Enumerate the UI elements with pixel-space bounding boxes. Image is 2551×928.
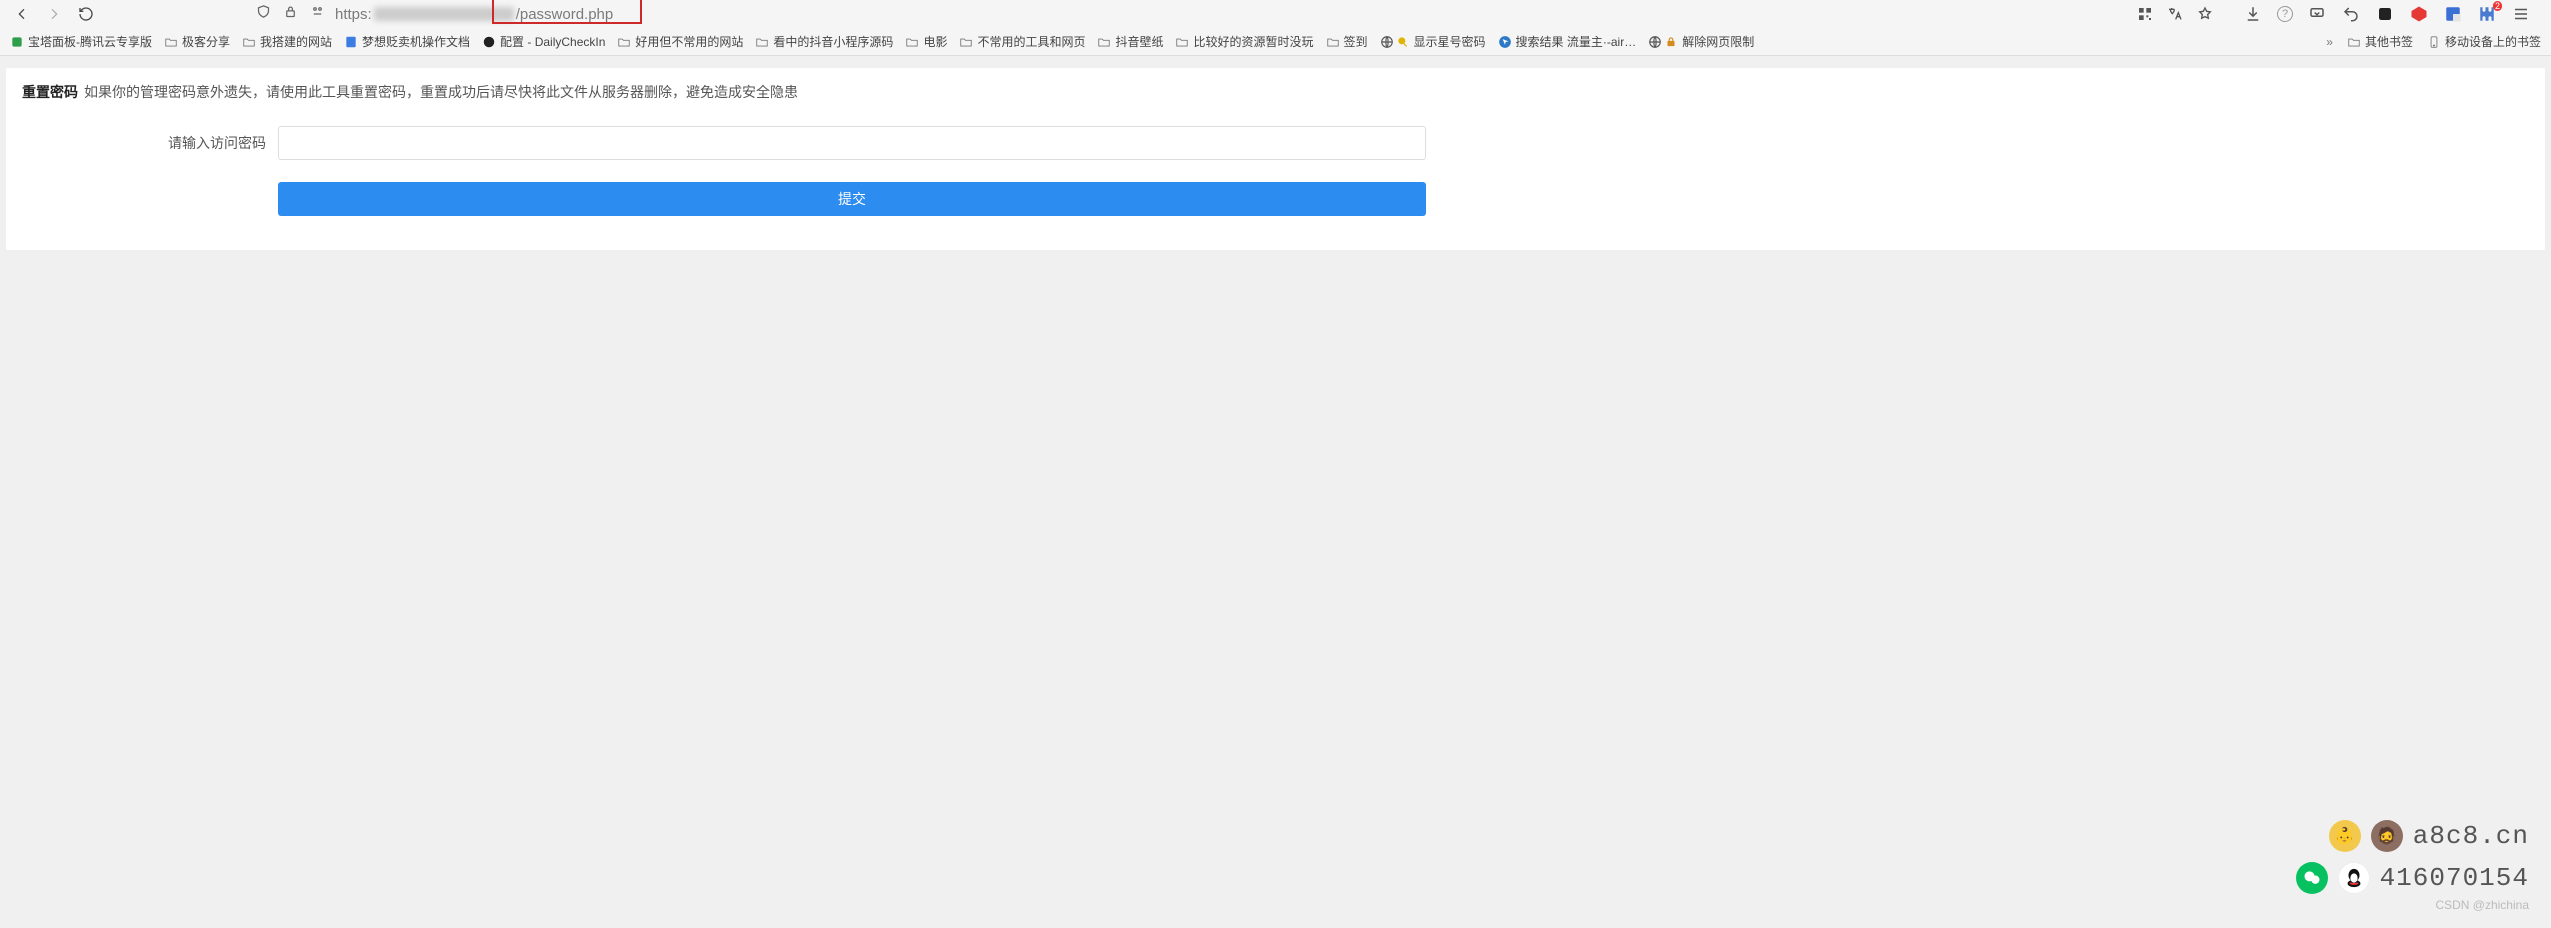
- watermark: CSDN @zhichina: [2296, 898, 2529, 912]
- contact-qq: 416070154: [2380, 863, 2529, 893]
- forward-button[interactable]: [42, 2, 66, 26]
- bookmark-item[interactable]: 极客分享: [164, 33, 230, 50]
- translate-icon[interactable]: [2167, 6, 2183, 22]
- other-bookmarks[interactable]: 其他书签: [2347, 33, 2413, 50]
- permissions-icon[interactable]: [310, 4, 325, 24]
- bookmark-item[interactable]: 宝塔面板-腾讯云专享版: [10, 33, 152, 50]
- bookmark-item[interactable]: 好用但不常用的网站: [617, 33, 743, 50]
- hamburger-menu-icon[interactable]: [2511, 4, 2531, 24]
- downloads-icon[interactable]: [2243, 4, 2263, 24]
- url-scheme: https:: [335, 6, 372, 23]
- shield-icon[interactable]: [256, 4, 271, 24]
- extension-translate-ext-icon[interactable]: [2443, 4, 2463, 24]
- panel-desc: 如果你的管理密码意外遗失，请使用此工具重置密码，重置成功后请尽快将此文件从服务器…: [84, 84, 798, 100]
- bookmark-item[interactable]: 比较好的资源暂时没玩: [1175, 33, 1313, 50]
- address-bar[interactable]: https: redacted /password.php: [246, 1, 2225, 27]
- bookmark-item[interactable]: 解除网页限制: [1648, 33, 1754, 50]
- bookmark-item[interactable]: 签到: [1326, 33, 1368, 50]
- bookmark-item[interactable]: 梦想贬卖机操作文档: [344, 33, 470, 50]
- reload-button[interactable]: [74, 2, 98, 26]
- avatar-brown-icon[interactable]: 🧔: [2371, 820, 2403, 852]
- extension-abp-icon[interactable]: [2409, 4, 2429, 24]
- panel-message: 重置密码如果你的管理密码意外遗失，请使用此工具重置密码，重置成功后请尽快将此文件…: [6, 68, 2545, 116]
- bookmark-item[interactable]: 显示星号密码: [1380, 33, 1486, 50]
- bookmark-item[interactable]: 抖音壁纸: [1097, 33, 1163, 50]
- bookmark-item[interactable]: 我搭建的网站: [242, 33, 332, 50]
- qr-icon[interactable]: [2137, 6, 2153, 22]
- qq-icon[interactable]: [2338, 862, 2370, 894]
- contact-site: a8c8.cn: [2413, 821, 2529, 851]
- extension-pocket-icon[interactable]: [2307, 4, 2327, 24]
- back-button[interactable]: [10, 2, 34, 26]
- bookmark-item[interactable]: 不常用的工具和网页: [959, 33, 1085, 50]
- lock-icon[interactable]: [283, 4, 298, 24]
- floating-contact: 👶 🧔 a8c8.cn 416070154 CSDN @zhichina: [2296, 820, 2529, 912]
- bookmark-star-icon[interactable]: [2197, 6, 2213, 22]
- bookmark-bar: 宝塔面板-腾讯云专享版 极客分享 我搭建的网站 梦想贬卖机操作文档 配置 - D…: [0, 28, 2551, 56]
- extension-puzzle-icon[interactable]: 2: [2477, 4, 2497, 24]
- bookmark-item[interactable]: 搜索结果 流量主·-air…: [1498, 33, 1637, 50]
- panel-title: 重置密码: [22, 84, 78, 100]
- bookmark-item[interactable]: 电影: [905, 33, 947, 50]
- extension-dark-icon[interactable]: [2375, 4, 2395, 24]
- mobile-bookmarks[interactable]: 移动设备上的书签: [2427, 33, 2541, 50]
- bookmark-item[interactable]: 配置 - DailyCheckIn: [482, 33, 605, 50]
- bookmark-item[interactable]: 看中的抖音小程序源码: [755, 33, 893, 50]
- wechat-icon[interactable]: [2296, 862, 2328, 894]
- help-icon[interactable]: ?: [2277, 6, 2293, 22]
- reset-password-panel: 重置密码如果你的管理密码意外遗失，请使用此工具重置密码，重置成功后请尽快将此文件…: [6, 68, 2545, 250]
- password-label: 请输入访问密码: [6, 133, 278, 153]
- bookmark-overflow-icon[interactable]: »: [2326, 35, 2333, 49]
- submit-button[interactable]: 提交: [278, 182, 1426, 216]
- annotation-highlight: [492, 0, 642, 24]
- password-input[interactable]: [278, 126, 1426, 160]
- avatar-yellow-icon[interactable]: 👶: [2329, 820, 2361, 852]
- extension-undo-icon[interactable]: [2341, 4, 2361, 24]
